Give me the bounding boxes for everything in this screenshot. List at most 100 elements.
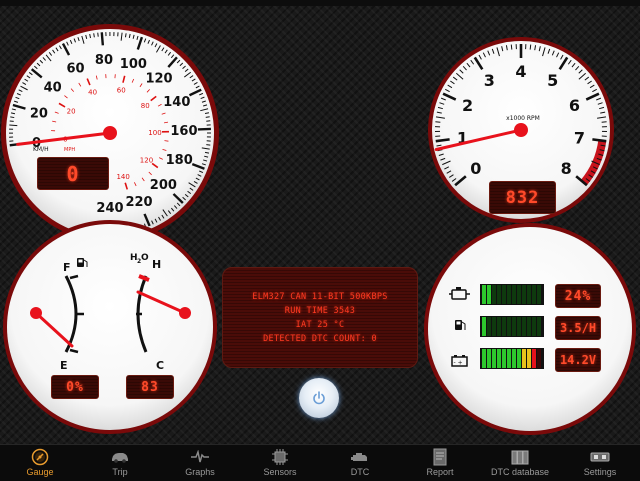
bar-segment bbox=[507, 349, 511, 368]
fuel-rate-lcd: 3.5/H bbox=[555, 316, 601, 340]
database-icon bbox=[509, 448, 531, 466]
kmh-tick-label: 80 bbox=[95, 53, 113, 68]
bar-segment bbox=[487, 349, 491, 368]
tab-label: Settings bbox=[584, 467, 617, 477]
rpm-tick-label: 7 bbox=[574, 129, 585, 148]
rpm-tick-label: 6 bbox=[569, 96, 580, 115]
bar-segment bbox=[492, 285, 496, 304]
engine-icon bbox=[349, 448, 371, 466]
bar-segment bbox=[532, 349, 536, 368]
temp-needle-hub bbox=[179, 307, 191, 319]
bar-segment bbox=[507, 285, 511, 304]
bar-segment bbox=[502, 285, 506, 304]
bar-segment bbox=[512, 317, 516, 336]
svg-text:O: O bbox=[141, 253, 149, 263]
mph-tick-label: 140 bbox=[116, 173, 129, 181]
kmh-unit-label: KM/H bbox=[33, 146, 49, 153]
engine-load-lcd: 24% bbox=[555, 284, 601, 308]
tab-label: DTC database bbox=[491, 467, 549, 477]
tab-label: Sensors bbox=[263, 467, 296, 477]
tab-dtc-database[interactable]: DTC database bbox=[480, 445, 560, 481]
tab-dtc[interactable]: DTC bbox=[320, 445, 400, 481]
bar-segment bbox=[517, 349, 521, 368]
chip-icon bbox=[269, 448, 291, 466]
mph-unit-label: MPH bbox=[64, 147, 75, 153]
rpm-unit-label: x1000 RPM bbox=[506, 115, 540, 122]
kmh-tick-label: 60 bbox=[66, 62, 84, 77]
temp-cold-label: C bbox=[156, 359, 164, 372]
engine-load-bar bbox=[480, 284, 544, 305]
fuel-level-lcd: 0% bbox=[51, 375, 99, 399]
speed-needle-hub bbox=[103, 126, 117, 140]
report-icon bbox=[429, 448, 451, 466]
bar-segment bbox=[482, 349, 486, 368]
adapter-info: ELM327 CAN 11-BIT 500KBPS bbox=[252, 291, 387, 303]
rpm-tick-label: 4 bbox=[515, 62, 526, 81]
bar-segment bbox=[502, 317, 506, 336]
tab-graphs[interactable]: Graphs bbox=[160, 445, 240, 481]
speed-lcd: 0 bbox=[37, 157, 109, 190]
fuel-rate-bar bbox=[480, 316, 544, 337]
bar-segment bbox=[487, 317, 491, 336]
intake-air-temp: IAT 25 °C bbox=[296, 319, 345, 331]
bar-segment bbox=[517, 285, 521, 304]
power-icon bbox=[311, 390, 327, 406]
mph-tick-label: 120 bbox=[140, 156, 153, 164]
fuel-needle-hub bbox=[30, 307, 42, 319]
bar-segment bbox=[522, 317, 526, 336]
kmh-tick-label: 120 bbox=[145, 72, 172, 87]
meters-gauge: - + bbox=[424, 223, 636, 435]
temp-hot-label: H bbox=[152, 258, 161, 271]
bar-segment bbox=[497, 317, 501, 336]
power-button[interactable] bbox=[299, 378, 339, 418]
rpm-tick-label: 3 bbox=[484, 71, 495, 90]
kmh-tick-label: 40 bbox=[44, 80, 62, 95]
bar-segment bbox=[532, 317, 536, 336]
bar-segment bbox=[532, 285, 536, 304]
kmh-tick-label: 200 bbox=[150, 178, 177, 193]
dtc-count: DETECTED DTC COUNT: 0 bbox=[263, 333, 377, 345]
bar-segment bbox=[502, 349, 506, 368]
mph-tick-label: 60 bbox=[117, 86, 126, 94]
tab-label: Gauge bbox=[26, 467, 53, 477]
fuel-full-label: F bbox=[63, 261, 71, 274]
fuel-empty-label: E bbox=[60, 359, 68, 372]
bar-segment bbox=[522, 349, 526, 368]
bar-segment bbox=[487, 285, 491, 304]
tab-settings[interactable]: Settings bbox=[560, 445, 640, 481]
rpm-tick-label: 5 bbox=[547, 71, 558, 90]
bar-segment bbox=[497, 285, 501, 304]
bar-segment bbox=[492, 349, 496, 368]
graph-icon bbox=[189, 448, 211, 466]
tab-bar: Gauge Trip Graphs Sensors DTC Report D bbox=[0, 444, 640, 481]
bar-segment bbox=[527, 285, 531, 304]
rpm-tick-label: 0 bbox=[470, 159, 481, 178]
tab-label: DTC bbox=[351, 467, 370, 477]
tab-sensors[interactable]: Sensors bbox=[240, 445, 320, 481]
bar-segment bbox=[512, 349, 516, 368]
bar-segment bbox=[522, 285, 526, 304]
mph-tick-label: 100 bbox=[148, 129, 161, 137]
bar-segment bbox=[527, 317, 531, 336]
bar-segment bbox=[497, 349, 501, 368]
fuel-temp-gauge: F E H C H 2 O bbox=[3, 220, 217, 434]
tach-needle-hub bbox=[514, 123, 528, 137]
status-panel: ELM327 CAN 11-BIT 500KBPS RUN TIME 3543 … bbox=[222, 267, 418, 368]
kmh-tick-label: 180 bbox=[166, 153, 193, 168]
mph-tick-label: 80 bbox=[141, 102, 150, 110]
kmh-tick-label: 140 bbox=[163, 95, 190, 110]
tab-trip[interactable]: Trip bbox=[80, 445, 160, 481]
car-icon bbox=[109, 448, 131, 466]
kmh-tick-label: 20 bbox=[30, 106, 48, 121]
tab-report[interactable]: Report bbox=[400, 445, 480, 481]
bar-segment bbox=[482, 317, 486, 336]
rpm-lcd: 832 bbox=[489, 181, 556, 214]
tab-label: Graphs bbox=[185, 467, 215, 477]
tab-gauge[interactable]: Gauge bbox=[0, 445, 80, 481]
kmh-tick-label: 100 bbox=[120, 57, 147, 72]
tab-label: Trip bbox=[112, 467, 127, 477]
voltage-bar bbox=[480, 348, 544, 369]
coolant-temp-lcd: 83 bbox=[126, 375, 174, 399]
settings-icon bbox=[589, 448, 611, 466]
kmh-tick-label: 220 bbox=[125, 195, 152, 210]
